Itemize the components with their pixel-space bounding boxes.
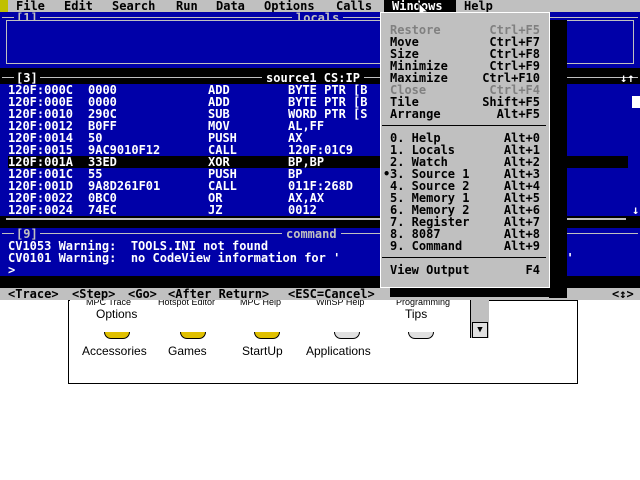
status-trace[interactable]: <Trace> (8, 288, 59, 300)
menu-item-shortcut: Alt+F5 (496, 107, 540, 121)
source-mnemonic: JZ (208, 203, 223, 217)
menu-item-shortcut: Alt+9 (503, 239, 540, 253)
menu-help[interactable]: Help (464, 0, 493, 12)
status-step[interactable]: <Step> (72, 288, 115, 300)
app-icon[interactable] (180, 332, 206, 339)
status-move-indicator: <↕> (612, 287, 634, 301)
scroll-down-button[interactable]: ▼ (472, 322, 488, 338)
menu-edit[interactable]: Edit (64, 0, 93, 12)
source-address: 120F:0024 (8, 203, 74, 217)
menu-separator (382, 125, 546, 126)
group-games[interactable]: Games (168, 345, 207, 357)
menu-item-label: Arrange (390, 107, 441, 121)
menu-item-label: 9. Command (390, 239, 463, 253)
source-opcode-bytes: 74EC (88, 203, 117, 217)
group-startup[interactable]: StartUp (242, 345, 283, 357)
menu-item-label: View Output (390, 263, 470, 277)
source-scroll-thumb[interactable] (632, 96, 640, 108)
command-prompt[interactable]: > (8, 264, 15, 276)
windows-menu-item[interactable]: 9. Command Alt+9 (390, 240, 540, 252)
menu-item-shortcut: F4 (525, 263, 540, 277)
status-go[interactable]: <Go> (128, 288, 157, 300)
options-icon-label[interactable]: Options (96, 308, 137, 320)
menu-data[interactable]: Data (216, 0, 245, 12)
menu-shadow (390, 287, 567, 297)
windows-menu-item[interactable]: View Output F4 (390, 264, 540, 276)
source-maximize-icon[interactable]: ↓↑ (620, 72, 634, 84)
menu-bar-marker (0, 0, 8, 12)
status-escape-cancel[interactable]: <ESC=Cancel> (288, 288, 375, 300)
app-icon[interactable] (408, 332, 434, 339)
menu-separator (382, 257, 546, 258)
menu-calls[interactable]: Calls (336, 0, 372, 12)
windows-menu-item[interactable]: Arrange Alt+F5 (390, 108, 540, 120)
source-operands: 0012 (288, 203, 317, 217)
codeview-screen: File Edit Search Run Data Options Calls … (0, 0, 640, 300)
tips-icon-label[interactable]: Tips (405, 308, 427, 320)
group-applications[interactable]: Applications (306, 345, 371, 357)
source-scroll-down-icon[interactable]: ↓ (632, 204, 639, 216)
menu-run[interactable]: Run (176, 0, 198, 12)
command-output-line: CV0101 Warning: no CodeView information … (8, 251, 341, 265)
app-icon[interactable] (104, 332, 130, 339)
command-window-title: command (282, 228, 341, 240)
app-icon[interactable] (334, 332, 360, 339)
status-after-return[interactable]: <After Return> (168, 288, 269, 300)
menu-shadow (549, 20, 567, 298)
menu-search[interactable]: Search (112, 0, 155, 12)
app-icon[interactable] (254, 332, 280, 339)
group-accessories[interactable]: Accessories (82, 345, 147, 357)
